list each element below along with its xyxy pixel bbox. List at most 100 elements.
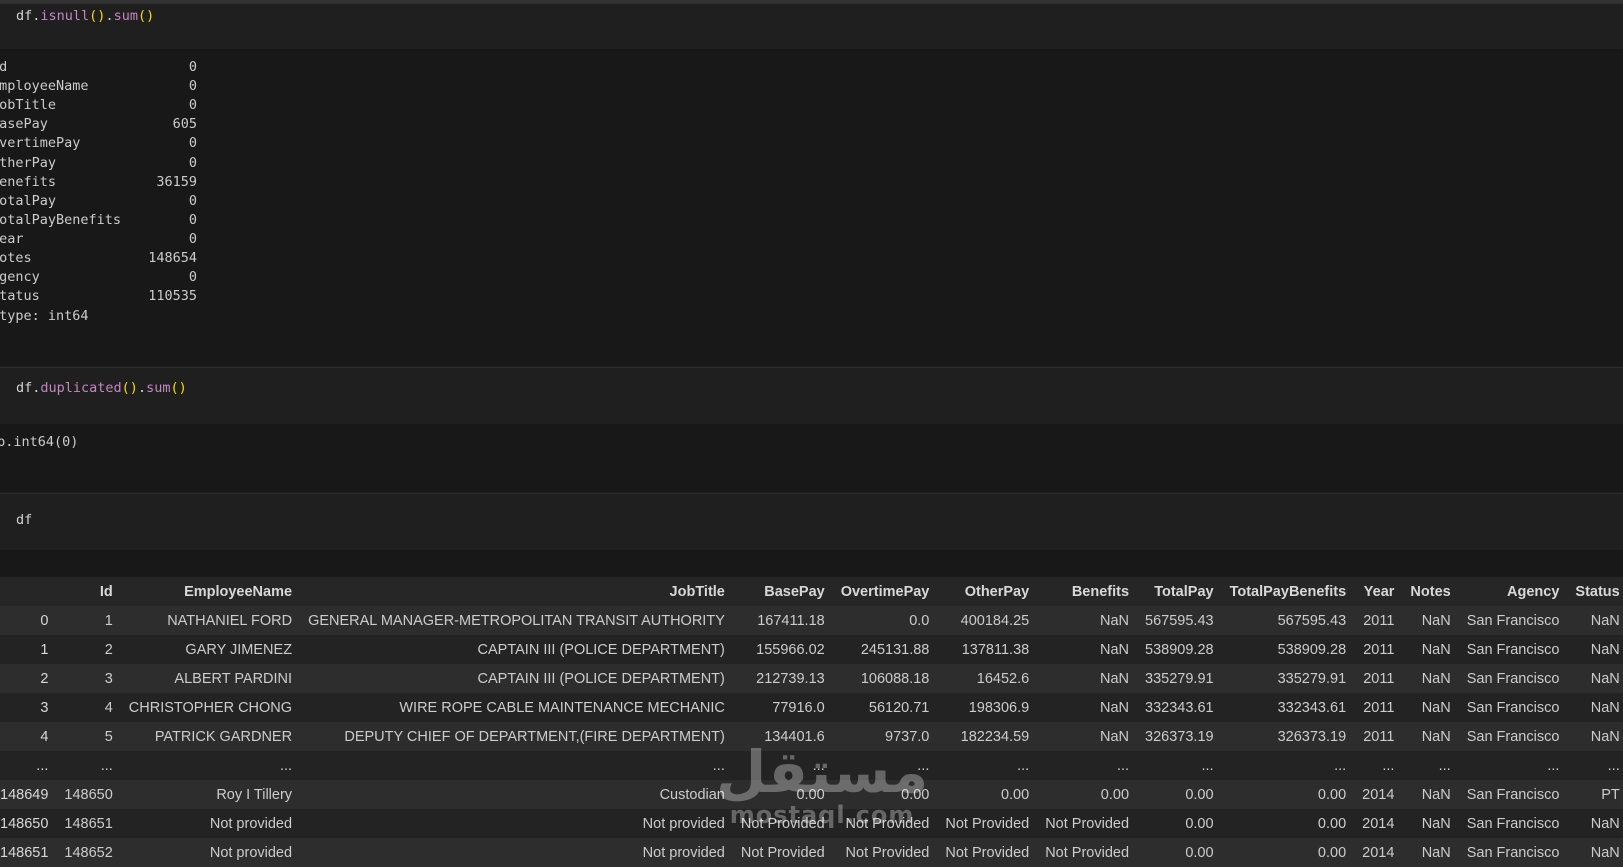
table-cell: 0.00 xyxy=(901,786,930,803)
table-cell: 212739.13 xyxy=(756,670,825,687)
series-value: 605 xyxy=(172,116,197,133)
table-cell: San Francisco xyxy=(1466,815,1560,832)
dtype-line: dtype: int64 xyxy=(0,308,89,324)
table-cell: Not Provided xyxy=(1045,844,1130,861)
column-header: TotalPay xyxy=(1154,583,1214,600)
table-cell: 0.0 xyxy=(909,612,930,629)
table-row: 148651 148652 Not provided Not provided Not … xyxy=(0,838,1623,867)
table-cell: San Francisco xyxy=(1466,728,1560,745)
series-value: 0 xyxy=(188,59,197,75)
table-cell: 538909.28 xyxy=(1277,641,1347,658)
table-cell: 77916.0 xyxy=(772,699,825,716)
table-cell: 198306.9 xyxy=(968,699,1030,716)
table-cell: ... xyxy=(917,757,930,774)
table-cell: GARY JIMENEZ xyxy=(185,641,293,658)
table-cell: PT xyxy=(1601,786,1620,803)
table-cell: Not provided xyxy=(209,815,293,832)
code-function: duplicated xyxy=(40,380,122,396)
table-cell: 538909.28 xyxy=(1145,641,1214,658)
table-cell: 182234.59 xyxy=(960,728,1030,745)
row-index: 4 xyxy=(40,728,49,745)
table-cell: Not Provided xyxy=(945,844,1030,861)
series-value: 0 xyxy=(188,269,197,286)
table-cell: 0.00 xyxy=(1100,786,1130,803)
table-cell: San Francisco xyxy=(1466,844,1560,861)
table-cell: NaN xyxy=(1100,641,1130,658)
code-line[interactable]: df xyxy=(16,512,32,528)
table-cell: NaN xyxy=(1421,786,1451,803)
table-cell: Not Provided xyxy=(740,815,825,832)
table-cell: ... xyxy=(712,757,725,774)
table-cell: 2011 xyxy=(1363,641,1395,658)
code-token: df. xyxy=(16,8,41,24)
table-cell: 2014 xyxy=(1362,844,1395,861)
table-cell: 326373.19 xyxy=(1277,728,1347,745)
table-cell: Not Provided xyxy=(845,844,930,861)
table-cell: Roy I Tillery xyxy=(216,786,293,803)
table-body: 0 1 NATHANIEL FORD GENERAL MANAGER-METROPOL… xyxy=(0,606,1623,867)
table-cell: NaN xyxy=(1590,699,1620,716)
table-cell: NaN xyxy=(1421,641,1451,658)
code-parens: () xyxy=(89,8,106,24)
series-line: Agency0 xyxy=(0,268,200,287)
table-row: 4 5 PATRICK GARDNER DEPUTY CHIEF OF DEPARTM… xyxy=(0,722,1623,751)
code-line[interactable]: df.duplicated().sum() xyxy=(16,380,187,396)
column-header: Status xyxy=(1575,583,1620,600)
dataframe-table: Id EmployeeName JobTitle BasePay OvertimePay… xyxy=(0,577,1623,867)
table-cell: Not Provided xyxy=(845,815,930,832)
table-row: ........................................… xyxy=(0,751,1623,780)
table-cell: 335279.91 xyxy=(1277,670,1347,687)
series-line: EmployeeName 0 xyxy=(0,77,200,96)
table-cell: 137811.38 xyxy=(961,641,1030,658)
series-value: 0 xyxy=(188,78,197,95)
table-cell: 16452.6 xyxy=(976,670,1030,687)
table-cell: 0.00 xyxy=(1185,786,1214,803)
table-cell: GENERAL MANAGER-METROPOLITAN TRANSIT AUT… xyxy=(308,612,725,629)
table-cell: 326373.19 xyxy=(1145,728,1214,745)
table-cell: 155966.02 xyxy=(756,641,825,658)
table-cell: 3 xyxy=(104,670,113,687)
output-cell-2: np.int64(0) xyxy=(0,424,1623,492)
table-cell: San Francisco xyxy=(1466,699,1560,716)
series-value: 0 xyxy=(188,97,197,114)
series-line: Benefits36159 xyxy=(0,173,200,192)
table-cell: 5 xyxy=(104,728,113,745)
table-cell: NaN xyxy=(1590,815,1620,832)
code-cell-3[interactable]: df xyxy=(0,493,1623,551)
table-cell: ... xyxy=(1607,757,1620,774)
column-header: OvertimePay xyxy=(840,583,930,600)
row-index: ... xyxy=(36,757,49,774)
series-line: TotalPayBenefits 0 xyxy=(0,211,200,230)
table-cell: 4 xyxy=(104,699,113,716)
series-line: Id0 xyxy=(0,58,200,77)
table-cell: NaN xyxy=(1590,728,1620,745)
row-index: 2 xyxy=(40,670,49,687)
table-cell: 56120.71 xyxy=(868,699,930,716)
table-cell: 134401.6 xyxy=(764,728,825,745)
table-cell: NaN xyxy=(1100,699,1130,716)
table-header-row: Id EmployeeName JobTitle BasePay OvertimePay… xyxy=(0,577,1623,606)
table-cell: NaN xyxy=(1590,612,1620,629)
code-line[interactable]: df.isnull().sum() xyxy=(16,8,154,24)
output-cell-1: Id0EmployeeName0JobTitle0BasePay605Overt… xyxy=(0,49,1623,366)
table-cell: CAPTAIN III (POLICE DEPARTMENT) xyxy=(477,641,725,658)
series-value: 36159 xyxy=(156,173,197,190)
code-cell-2[interactable]: df.duplicated().sum() xyxy=(0,367,1623,425)
table-cell: San Francisco xyxy=(1466,641,1560,658)
table-cell: 9737.0 xyxy=(885,728,930,745)
series-line: Year0 xyxy=(0,230,200,249)
table-cell: CHRISTOPHER CHONG xyxy=(128,699,293,716)
series-value: 0 xyxy=(188,211,197,228)
table-cell: 2014 xyxy=(1362,815,1395,832)
table-cell: San Francisco xyxy=(1466,612,1560,629)
series-line: OtherPay0 xyxy=(0,154,200,173)
table-cell: ... xyxy=(1438,757,1451,774)
series-line: Status110535 xyxy=(0,287,200,306)
table-cell: 0.00 xyxy=(796,786,825,803)
table-cell: ... xyxy=(1382,757,1395,774)
table-row: 0 1 NATHANIEL FORD GENERAL MANAGER-METROPOL… xyxy=(0,606,1623,635)
code-parens: () xyxy=(170,380,187,396)
series-line: OvertimePay0 xyxy=(0,134,200,153)
code-cell-1[interactable]: df.isnull().sum() xyxy=(0,3,1623,50)
table-cell: NaN xyxy=(1421,728,1451,745)
